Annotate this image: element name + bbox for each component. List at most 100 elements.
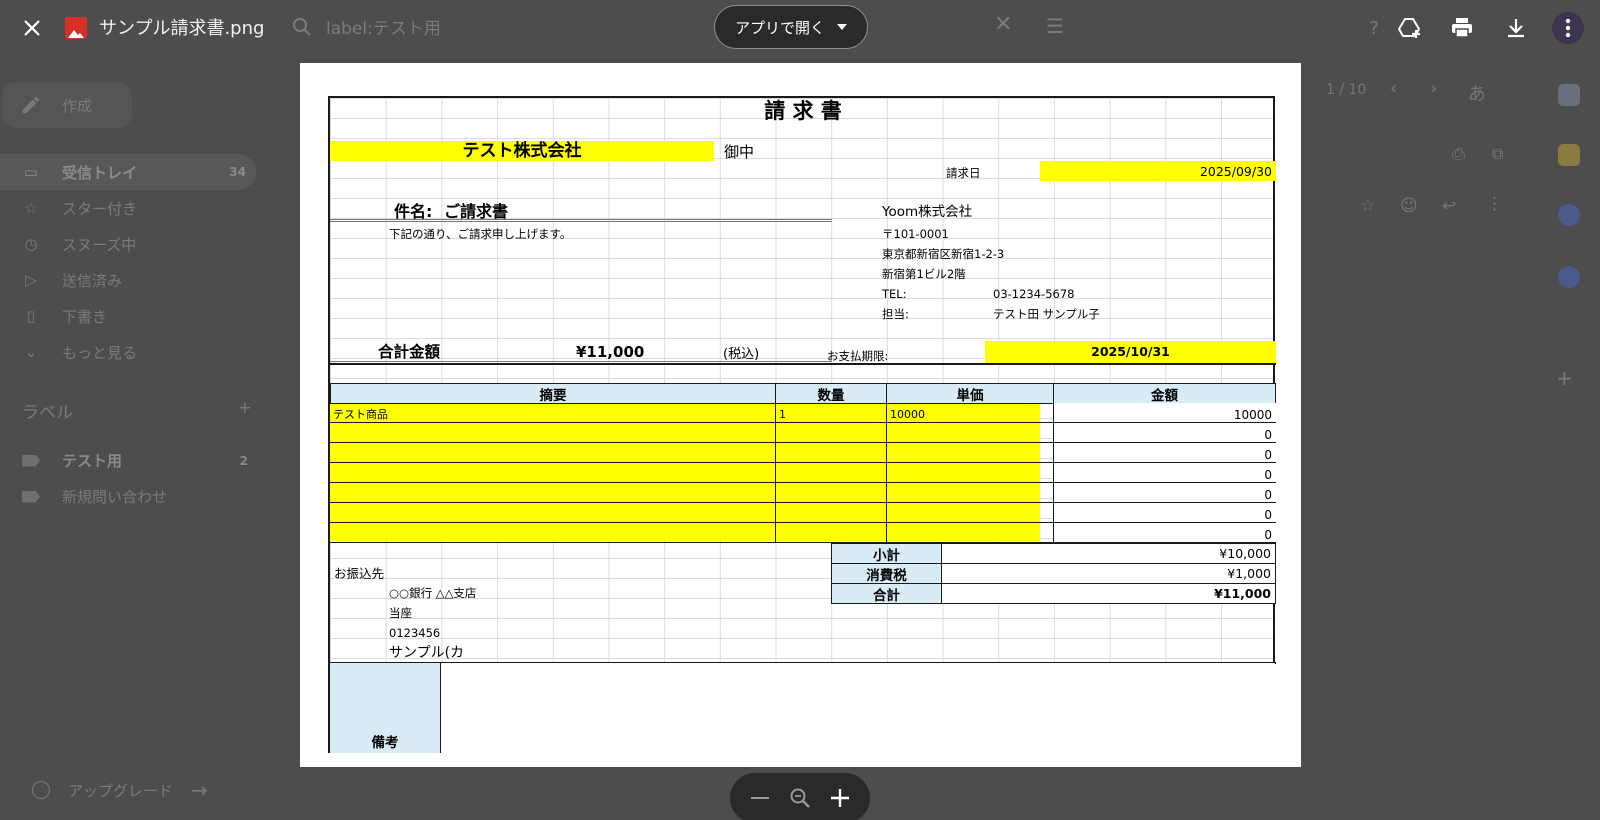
table-row: テスト商品 1 10000 10000: [330, 403, 1276, 423]
label-name: テスト用: [62, 452, 123, 470]
honorific: 御中: [724, 143, 755, 161]
invoice-date-label: 請求日: [946, 166, 981, 180]
item-amount: 0: [1264, 508, 1272, 522]
zoom-in-icon: [831, 789, 849, 807]
chevron-right-icon: ›: [1430, 78, 1438, 99]
nav-item-snoozed: ◷ スヌーズ中: [0, 226, 256, 262]
issuer-postal: 〒101-0001: [882, 227, 949, 241]
label-name: 新規問い合わせ: [62, 488, 168, 506]
zoom-controls: [730, 773, 870, 820]
send-icon: ▷: [25, 271, 37, 289]
invoice-sheet: 請 求 書 テスト株式会社 御中 請求日 2025/09/30 件名: ご請求書…: [328, 96, 1276, 753]
download-button[interactable]: [1500, 12, 1532, 44]
zoom-in-button[interactable]: [823, 781, 857, 815]
item-unit-price: 10000: [890, 408, 925, 421]
help-icon: ?: [1369, 17, 1379, 39]
item-quantity: 1: [779, 408, 786, 421]
more-vert-icon: [1565, 18, 1571, 38]
table-row: 0: [330, 463, 1276, 483]
draft-icon: ▯: [26, 307, 36, 325]
print-icon: [1452, 18, 1472, 38]
remarks-label: 備考: [330, 663, 441, 753]
issuer-contact: テスト田 サンプル子: [993, 307, 1100, 321]
inbox-icon: ▭: [23, 163, 39, 181]
item-table: テスト商品 1 10000 10000 0 0 0 0 0 0: [330, 403, 1276, 543]
nav-label: スヌーズ中: [62, 235, 137, 254]
nav-item-drafts: ▯ 下書き: [0, 298, 256, 334]
upgrade-label: アップグレード: [68, 781, 174, 800]
close-button[interactable]: [16, 12, 48, 44]
more-msg-icon: ⋮: [1486, 194, 1503, 214]
invoice-date: 2025/09/30: [1199, 164, 1272, 179]
subtotal-label: 小計: [831, 543, 942, 564]
reply-icon: ↩: [1442, 196, 1457, 216]
tax-label: 消費税: [831, 563, 942, 584]
tasks-icon: [1558, 204, 1580, 226]
zoom-reset-button[interactable]: [783, 781, 817, 815]
totals-values-box: ¥10,000 ¥1,000 ¥11,000: [941, 543, 1276, 604]
item-amount: 10000: [1233, 408, 1272, 422]
add-addon-icon: +: [1556, 366, 1573, 390]
pencil-icon: [22, 96, 40, 114]
nav-list: ▭ 受信トレイ 34 ☆ スター付き ◷ スヌーズ中 ▷ 送信済み ▯ 下書き …: [0, 154, 256, 370]
compose-button: 作成: [2, 82, 132, 128]
table-row: 0: [330, 423, 1276, 443]
tax-note: (税込): [723, 347, 760, 362]
print-all-icon: ⎙: [1452, 144, 1465, 163]
row-line: [942, 563, 1275, 564]
column-header-unit-price: 単価: [886, 383, 1054, 404]
issuer-tel-label: TEL:: [882, 287, 907, 301]
search-query: label:テスト用: [326, 19, 441, 39]
nav-item-more: ⌄ もっと見る: [0, 334, 256, 370]
account-type: 当座: [389, 606, 412, 620]
nav-count: 34: [229, 165, 246, 179]
chevron-down-icon: [837, 24, 847, 30]
column-header-amount: 金額: [1053, 383, 1276, 404]
issuer-address2: 新宿第1ビル2階: [882, 267, 966, 281]
keep-icon: [1558, 144, 1580, 166]
table-row: 0: [330, 483, 1276, 503]
issuer-address1: 東京都新宿区新宿1-2-3: [882, 247, 1005, 261]
search-icon: [293, 17, 311, 36]
clear-search-icon: ✕: [994, 12, 1013, 37]
clock-icon: ◷: [24, 235, 38, 253]
invoice-title: 請 求 書: [764, 99, 842, 123]
nav-label: 送信済み: [62, 271, 123, 290]
bank-heading: お振込先: [334, 566, 385, 581]
star-icon: ☆: [24, 199, 38, 217]
labels-heading: ラベル +: [22, 398, 252, 423]
issuer-contact-label: 担当:: [882, 307, 909, 321]
download-icon: [1508, 19, 1524, 38]
row-line: [942, 583, 1275, 584]
contacts-icon: [1558, 266, 1580, 288]
calendar-icon: [1558, 84, 1580, 106]
item-amount: 0: [1264, 428, 1272, 442]
nav-item-sent: ▷ 送信済み: [0, 262, 256, 298]
column-header-quantity: 数量: [775, 383, 887, 404]
label-tag-icon: [22, 490, 40, 503]
nav-label: もっと見る: [62, 343, 138, 362]
file-name: サンプル請求書.png: [99, 18, 265, 39]
print-button[interactable]: [1446, 12, 1478, 44]
item-amount: 0: [1264, 468, 1272, 482]
item-amount: 0: [1264, 448, 1272, 462]
remarks-box: [330, 663, 1275, 753]
intro-text: 下記の通り、ご請求申し上げます。: [389, 227, 572, 241]
zoom-out-button[interactable]: [743, 781, 777, 815]
recipient-name: テスト株式会社: [462, 141, 582, 161]
invoice-image: 請 求 書 テスト株式会社 御中 請求日 2025/09/30 件名: ご請求書…: [300, 63, 1301, 767]
more-options-button[interactable]: [1552, 12, 1584, 44]
chevron-down-icon: ⌄: [24, 343, 38, 361]
labels-title: ラベル: [22, 403, 73, 423]
subject-underline: [330, 219, 832, 222]
open-with-app-button[interactable]: アプリで開く: [714, 5, 868, 49]
add-to-drive-button[interactable]: [1394, 12, 1426, 44]
tax-value: ¥1,000: [1227, 566, 1271, 581]
subject-label: 件名:: [394, 202, 433, 221]
account-holder: サンプル(カ: [389, 645, 465, 661]
item-description: テスト商品: [333, 408, 388, 421]
grand-total-value: ¥11,000: [1214, 586, 1271, 601]
viewer-toolbar: サンプル請求書.png label:テスト用 ✕ ☰ アプリで開く ?: [0, 0, 1600, 56]
chevron-left-icon: ‹: [1390, 78, 1398, 99]
close-icon: [24, 20, 40, 36]
